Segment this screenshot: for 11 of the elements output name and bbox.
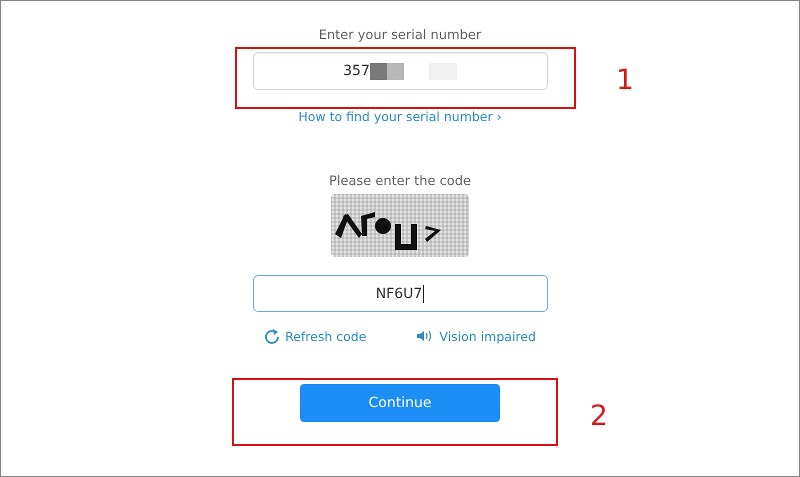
refresh-link[interactable]: Refresh code [264, 328, 366, 344]
step-number: 1 [616, 63, 634, 96]
audio-link[interactable]: Vision impaired [416, 328, 536, 344]
refresh-icon [264, 328, 280, 344]
field-label: Please enter the code [329, 174, 471, 189]
continue-button[interactable]: Continue [300, 384, 500, 422]
help-link[interactable]: How to find your serial number › [298, 109, 502, 124]
step-number: 2 [590, 399, 608, 432]
field-label: Enter your serial number [318, 28, 482, 43]
serial-number-field[interactable]: 357 [252, 52, 548, 90]
code-field[interactable]: NF6U7 [252, 275, 548, 312]
